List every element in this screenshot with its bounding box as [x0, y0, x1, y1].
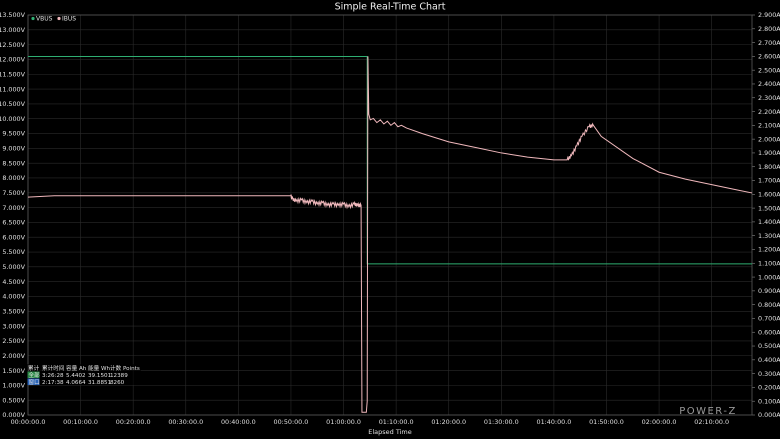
y-right-tick-label: 2.500A [758, 66, 780, 74]
stats-cell: 窗口 [29, 378, 40, 386]
stats-header: 累计时间 [42, 364, 65, 372]
y-left-tick-label: 11.000V [0, 85, 26, 93]
x-tick-label: 01:50:00.0 [589, 418, 624, 426]
y-right-tick-label: 1.800A [758, 163, 780, 171]
x-tick-label: 02:00:00.0 [642, 418, 677, 426]
y-left-tick-label: 7.000V [2, 204, 25, 212]
y-right-tick-label: 0.600A [758, 328, 780, 336]
y-left-tick-label: 2.500V [2, 337, 25, 345]
y-right-tick-label: 1.400A [758, 218, 780, 226]
y-left-tick-label: 1.500V [2, 367, 25, 375]
legend-vbus-label: VBUS [36, 16, 53, 23]
x-tick-label: 00:50:00.0 [274, 418, 309, 426]
stats-table: 累计 累计时间 容量 Ah 能量 Wh 计数 Points 全部 3:26:28 5.4402… [27, 364, 141, 386]
x-tick-label: 01:20:00.0 [431, 418, 466, 426]
x-tick-label: 00:00:00.0 [11, 418, 46, 426]
y-left-tick-label: 4.500V [2, 278, 25, 286]
stats-cell: 3:26:28 [42, 373, 64, 379]
x-tick-label: 00:10:00.0 [63, 418, 98, 426]
stats-header: 能量 Wh [88, 364, 110, 372]
y-left-tick-label: 0.500V [2, 396, 25, 404]
y-left-tick-label: 3.500V [2, 307, 25, 315]
y-right-tick-label: 2.600A [758, 53, 780, 61]
y-right-tick-label: 0.900A [758, 287, 780, 295]
x-tick-label: 01:40:00.0 [537, 418, 572, 426]
y-right-tick-label: 0.200A [758, 384, 780, 392]
x-tick-label: 00:30:00.0 [168, 418, 203, 426]
y-right-tick-label: 0.100A [758, 397, 780, 405]
stats-header: 计数 Points [110, 364, 140, 372]
y-right-tick-label: 2.800A [758, 25, 780, 33]
stats-cell: 4.0664 [66, 380, 86, 386]
y-right-tick-label: 0.700A [758, 315, 780, 323]
y-right-tick-label: 2.700A [758, 39, 780, 47]
y-left-tick-label: 12.000V [0, 56, 26, 64]
stats-cell: 12389 [110, 373, 128, 379]
y-right-tick-label: 0.000A [758, 411, 780, 419]
y-left-tick-label: 6.500V [2, 219, 25, 227]
legend-ibus-marker [57, 16, 61, 21]
y-right-tick-label: 0.400A [758, 356, 780, 364]
y-left-tick-label: 5.000V [2, 263, 25, 271]
stats-cell: 2:17:38 [42, 380, 64, 386]
legend-ibus-label: IBUS [62, 16, 76, 23]
stats-cell: 39.1501 [88, 373, 112, 379]
y-right-tick-label: 2.200A [758, 108, 780, 116]
y-right-tick-label: 1.200A [758, 246, 780, 254]
y-left-tick-label: 8.000V [2, 174, 25, 182]
y-right-tick-label: 2.400A [758, 80, 780, 88]
stats-cell: 全部 [29, 371, 41, 379]
y-right-tick-label: 2.000A [758, 135, 780, 143]
x-tick-label: 00:40:00.0 [221, 418, 256, 426]
stats-cell: 8260 [110, 380, 125, 386]
y-right-tick-label: 1.600A [758, 191, 780, 199]
y-right-tick-label: 0.800A [758, 301, 780, 309]
stats-cell: 31.8851 [88, 380, 112, 386]
stats-header: 容量 Ah [66, 364, 87, 372]
y-right-tick-label: 1.500A [758, 204, 780, 212]
y-left-tick-label: 12.500V [0, 41, 26, 49]
stats-header: 累计 [28, 364, 40, 372]
y-left-tick-label: 9.500V [2, 130, 25, 138]
x-tick-label: 00:20:00.0 [116, 418, 151, 426]
y-left-tick-label: 5.500V [2, 248, 25, 256]
y-left-tick-label: 13.000V [0, 26, 26, 34]
y-right-tick-label: 0.500A [758, 342, 780, 350]
chart-title: Simple Real-Time Chart [335, 2, 446, 13]
y-left-tick-label: 1.000V [2, 382, 25, 390]
y-right-tick-label: 1.700A [758, 177, 780, 185]
y-right-tick-label: 1.100A [758, 259, 780, 267]
y-left-tick-label: 4.000V [2, 293, 25, 301]
y-right-tick-label: 1.300A [758, 232, 780, 240]
y-left-tick-label: 8.500V [2, 159, 25, 167]
y-right-tick-label: 1.900A [758, 149, 780, 157]
y-left-tick-label: 7.500V [2, 189, 25, 197]
x-tick-label: 01:10:00.0 [379, 418, 414, 426]
y-left-tick-label: 9.000V [2, 145, 25, 153]
y-left-tick-label: 10.500V [0, 100, 26, 108]
y-right-tick-label: 0.300A [758, 370, 780, 378]
legend-vbus-marker [31, 16, 35, 21]
y-left-tick-label: 10.000V [0, 115, 26, 123]
x-tick-label: 01:00:00.0 [326, 418, 361, 426]
chart: Simple Real-Time Chart 0.000V0.500V1.000… [0, 0, 780, 439]
brand-logo: POWER-Z [679, 406, 737, 417]
stats-cell: 5.4402 [66, 373, 86, 379]
y-right-tick-label: 1.000A [758, 273, 780, 281]
y-right-tick-label: 2.100A [758, 122, 780, 130]
y-left-tick-label: 13.500V [0, 11, 26, 19]
y-right-tick-label: 2.900A [758, 11, 780, 19]
y-left-tick-label: 11.500V [0, 70, 26, 78]
y-left-tick-label: 3.000V [2, 322, 25, 330]
y-left-tick-label: 6.000V [2, 233, 25, 241]
x-axis-title: Elapsed Time [368, 428, 412, 436]
x-tick-label: 01:30:00.0 [484, 418, 519, 426]
y-left-tick-label: 2.000V [2, 352, 25, 360]
y-right-tick-label: 2.300A [758, 94, 780, 102]
x-tick-label: 02:10:00.0 [694, 418, 729, 426]
